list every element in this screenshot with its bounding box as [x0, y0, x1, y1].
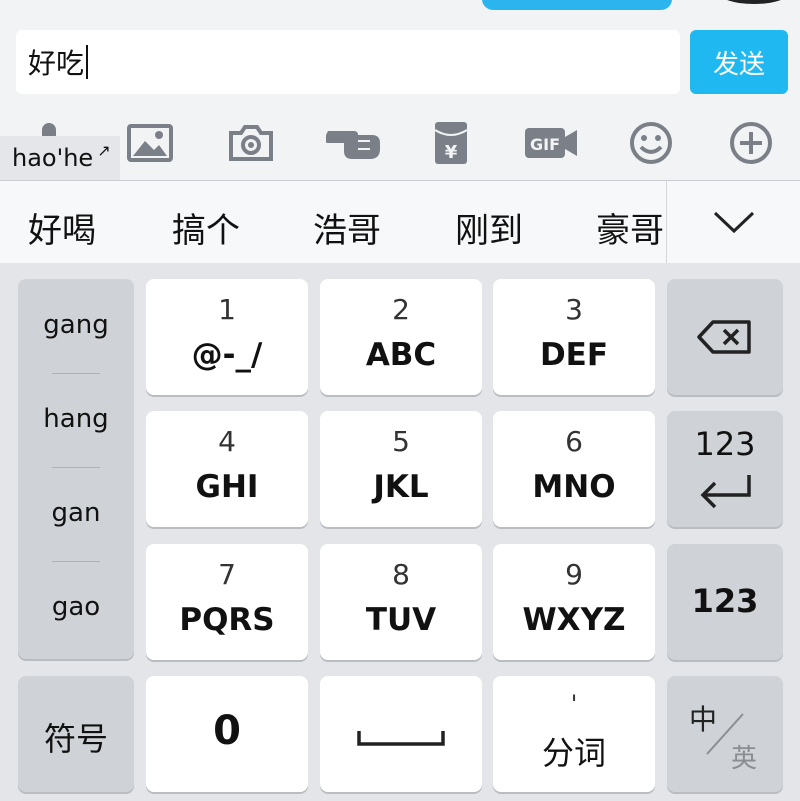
candidate-item[interactable]: 搞个 [172, 203, 240, 252]
red-packet-icon[interactable]: ¥ [426, 118, 476, 168]
number-mode-key[interactable]: 123 [667, 544, 783, 660]
expand-candidates-button[interactable] [666, 181, 800, 263]
chevron-down-icon [713, 211, 754, 234]
key-number: 1 [218, 293, 236, 326]
key-6[interactable]: 6 MNO [493, 411, 655, 527]
key-letters: TUV [365, 602, 437, 638]
key-letters: GHI [195, 469, 259, 505]
composition-pinyin: hao'he ↗ [0, 136, 120, 180]
key-4[interactable]: 4 GHI [146, 411, 308, 527]
candidate-item[interactable]: 刚到 [455, 203, 523, 252]
candidate-item[interactable]: 好喝 [28, 203, 96, 252]
key-9[interactable]: 9 WXYZ [493, 544, 655, 660]
key-2[interactable]: 2 ABC [320, 279, 482, 395]
candidate-item[interactable]: 豪哥 [596, 203, 664, 252]
red-packet-symbol: ¥ [445, 142, 458, 163]
number-mode-label: 123 [691, 582, 759, 620]
key-letters: PQRS [179, 602, 275, 638]
key-number: 7 [218, 558, 236, 591]
message-input[interactable]: 好吃 [16, 30, 680, 94]
pinyin-option[interactable]: gan [18, 467, 134, 559]
key-number: 3 [565, 293, 583, 326]
chat-toolbar: ¥ GIF [0, 112, 800, 174]
composition-arrow[interactable]: ↗ [97, 141, 110, 160]
space-key[interactable] [320, 676, 482, 792]
enter-key[interactable]: 123 [667, 411, 783, 527]
t9-keyboard: gang hang gan gao 1 @-_/ 2 ABC 3 DEF 4 G… [0, 263, 800, 801]
gif-label: GIF [530, 135, 560, 154]
poke-icon[interactable] [326, 118, 382, 168]
send-button[interactable]: 发送 [690, 30, 788, 94]
key-letters: WXYZ [522, 602, 626, 638]
key-number: 5 [392, 425, 410, 458]
language-en-label: 英 [731, 744, 758, 774]
pinyin-option-list[interactable]: gang hang gan gao [18, 279, 134, 659]
enter-key-label: 123 [694, 425, 756, 463]
gif-icon[interactable]: GIF [523, 118, 579, 168]
message-input-text: 好吃 [28, 47, 85, 80]
pinyin-option[interactable]: gao [18, 561, 134, 653]
text-caret [86, 45, 89, 79]
key-letters: MNO [532, 469, 616, 505]
composition-pinyin-text: hao'he [12, 144, 94, 172]
symbols-key-label: 符号 [43, 720, 108, 758]
chat-bubble [482, 0, 672, 10]
space-icon [357, 731, 445, 746]
key-letters: ABC [365, 337, 437, 373]
plus-icon[interactable] [726, 118, 776, 168]
key-3[interactable]: 3 DEF [493, 279, 655, 395]
symbols-key[interactable]: 符号 [18, 676, 134, 792]
key-number: 6 [565, 425, 583, 458]
avatar [718, 0, 790, 4]
split-key-label: 分词 [541, 734, 606, 772]
key-5[interactable]: 5 JKL [320, 411, 482, 527]
key-letters: @-_/ [191, 337, 263, 373]
enter-icon [700, 475, 751, 509]
key-letters: JKL [373, 469, 429, 505]
camera-icon[interactable] [226, 118, 276, 168]
key-number: 4 [218, 425, 236, 458]
key-0[interactable]: 0 [146, 676, 308, 792]
key-letters: DEF [539, 337, 609, 373]
key-7[interactable]: 7 PQRS [146, 544, 308, 660]
chat-input-area: 好吃 发送 ¥ GIF hao'he ↗ [0, 0, 800, 180]
zero-key-label: 0 [213, 708, 241, 754]
key-number: 9 [565, 558, 583, 591]
pinyin-option[interactable]: hang [18, 373, 134, 465]
candidate-list: 好喝 搞个 浩哥 刚到 豪哥 [0, 181, 666, 263]
pinyin-option[interactable]: gang [18, 279, 134, 371]
language-switch-key[interactable]: 中 英 [667, 676, 783, 792]
split-key[interactable]: ' 分词 [493, 676, 655, 792]
key-number: 8 [392, 558, 410, 591]
backspace-icon [697, 320, 751, 354]
image-icon[interactable] [125, 118, 175, 168]
emoji-icon[interactable] [626, 118, 676, 168]
split-mark: ' [570, 690, 578, 718]
key-8[interactable]: 8 TUV [320, 544, 482, 660]
candidate-bar: 好喝 搞个 浩哥 刚到 豪哥 [0, 181, 800, 263]
candidate-item[interactable]: 浩哥 [313, 203, 381, 252]
key-number: 2 [392, 293, 410, 326]
backspace-key[interactable] [667, 279, 783, 395]
key-1[interactable]: 1 @-_/ [146, 279, 308, 395]
